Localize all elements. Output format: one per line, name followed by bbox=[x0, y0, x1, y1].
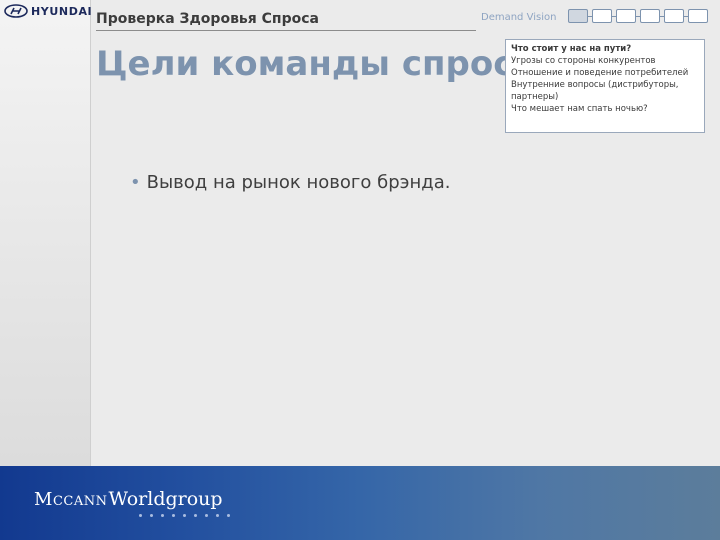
dot-icon bbox=[194, 514, 197, 517]
bullet-text: Вывод на рынок нового брэнда. bbox=[146, 172, 451, 193]
brand-mc-m: M bbox=[34, 489, 53, 510]
logo-wordmark: HYUNDAI bbox=[31, 4, 93, 18]
step-5-button[interactable] bbox=[664, 9, 684, 23]
dot-icon bbox=[172, 514, 175, 517]
header-title: Проверка Здоровья Спроса bbox=[96, 11, 476, 31]
left-sidebar: HYUNDAI bbox=[0, 0, 92, 466]
dot-icon bbox=[216, 514, 219, 517]
demand-vision-label: Demand Vision bbox=[481, 12, 557, 23]
context-line: Внутренние вопросы (дистрибуторы, партне… bbox=[511, 80, 679, 102]
dot-icon bbox=[183, 514, 186, 517]
context-line: Отношение и поведение потребителей bbox=[511, 68, 689, 78]
dot-icon bbox=[161, 514, 164, 517]
bullet-item: • Вывод на рынок нового брэнда. bbox=[130, 172, 450, 193]
dot-icon bbox=[205, 514, 208, 517]
step-6-button[interactable] bbox=[688, 9, 708, 23]
context-box: Что стоит у нас на пути? Угрозы со сторо… bbox=[505, 39, 705, 133]
step-3-button[interactable] bbox=[616, 9, 636, 23]
hyundai-logo: HYUNDAI bbox=[4, 4, 92, 18]
dot-icon bbox=[150, 514, 153, 517]
dot-icon bbox=[139, 514, 142, 517]
hyundai-h-logo-icon bbox=[4, 4, 28, 18]
brand-dots bbox=[139, 514, 230, 517]
context-line: Угрозы со стороны конкурентов bbox=[511, 56, 656, 66]
step-2-button[interactable] bbox=[592, 9, 612, 23]
brand-mccann: MCCANN bbox=[34, 489, 107, 510]
dot-icon bbox=[227, 514, 230, 517]
context-heading: Что стоит у нас на пути? bbox=[511, 44, 632, 54]
bullet-dot-icon: • bbox=[130, 172, 141, 193]
step-4-button[interactable] bbox=[640, 9, 660, 23]
brand-mc-cann: CANN bbox=[63, 494, 108, 509]
brand-mc-c: C bbox=[52, 494, 64, 509]
brand-worldgroup: Worldgroup bbox=[108, 488, 223, 510]
page-title: Цели команды спроса bbox=[96, 44, 537, 84]
step-1-button[interactable] bbox=[568, 9, 588, 23]
context-line: Что мешает нам спать ночью? bbox=[511, 104, 648, 114]
step-navigator bbox=[568, 9, 708, 23]
mccann-worldgroup-logo: MCCANN Worldgroup bbox=[34, 488, 223, 510]
